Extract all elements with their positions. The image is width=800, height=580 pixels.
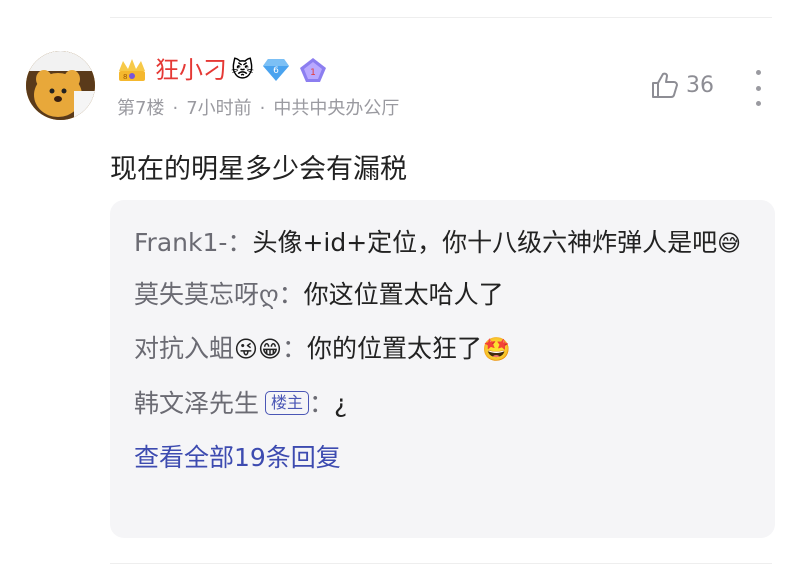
reply-item[interactable]: 莫失莫忘呀ღ：你这位置太哈人了: [134, 275, 751, 315]
rank-number: 1: [310, 68, 316, 78]
like-count: 36: [686, 72, 714, 98]
reply-separator: ：: [281, 334, 307, 363]
meta-dot: ·: [172, 98, 179, 119]
meta-dot: ·: [259, 98, 266, 119]
reply-text: 你这位置太哈人了: [303, 280, 504, 309]
bottom-divider: [110, 563, 772, 564]
level-number: 6: [273, 66, 279, 76]
svg-text:8: 8: [123, 73, 127, 81]
reply-item[interactable]: 对抗入蛆😜😁：你的位置太狂了🤩: [134, 329, 751, 370]
reply-text: ¿: [334, 389, 348, 418]
top-divider: [110, 17, 772, 18]
op-badge: 楼主: [265, 391, 310, 415]
reply-separator: ：: [309, 389, 335, 418]
level-badge-icon: 6: [262, 59, 289, 81]
sweat-smile-emoji-icon: 😅: [717, 231, 742, 257]
reply-separator: ：: [227, 228, 253, 257]
author-emoji-icon: 😜😁: [234, 337, 282, 363]
username[interactable]: 狂小刁: [155, 56, 227, 84]
reply-author[interactable]: 莫失莫忘呀ღ: [134, 280, 279, 309]
rank-badge-icon: 1: [299, 58, 326, 82]
cat-emoji-icon: 😾: [231, 57, 254, 83]
reply-item[interactable]: 韩文泽先生 楼主 ：¿: [134, 384, 751, 424]
comment-meta: 第7楼 · 7小时前 · 中共中央办公厅: [117, 94, 399, 120]
more-dot: [755, 70, 761, 75]
view-all-replies-link[interactable]: 查看全部19条回复: [134, 438, 751, 478]
replies-panel: Frank1-：头像+id+定位，你十八级六神炸弹人是吧😅 莫失莫忘呀ღ：你这位…: [110, 200, 775, 538]
more-dot: [755, 101, 761, 106]
reply-author[interactable]: 韩文泽先生: [134, 389, 259, 418]
star-struck-emoji-icon: 🤩: [482, 337, 511, 363]
reply-author[interactable]: 对抗入蛆: [134, 334, 234, 363]
location-label: 中共中央办公厅: [273, 98, 400, 119]
more-dot: [755, 85, 761, 91]
reply-separator: ：: [278, 280, 304, 309]
thumb-up-icon: [652, 72, 678, 98]
reply-text: 你的位置太狂了: [307, 334, 483, 363]
reply-text: 头像+id+定位，你十八级六神炸弹人是吧: [252, 228, 718, 257]
avatar[interactable]: [26, 51, 95, 120]
user-name-row: 8 狂小刁 😾 6 1: [117, 54, 328, 86]
floor-label: 第7楼: [117, 98, 165, 119]
more-options-icon[interactable]: [750, 70, 766, 106]
crown-icon: 8: [119, 59, 145, 81]
reply-author[interactable]: Frank1-: [134, 228, 227, 257]
reply-item[interactable]: Frank1-：头像+id+定位，你十八级六神炸弹人是吧😅: [134, 218, 751, 269]
comment-text: 现在的明星多少会有漏税: [110, 154, 407, 185]
time-label: 7小时前: [186, 98, 252, 119]
like-button[interactable]: 36: [650, 70, 714, 100]
